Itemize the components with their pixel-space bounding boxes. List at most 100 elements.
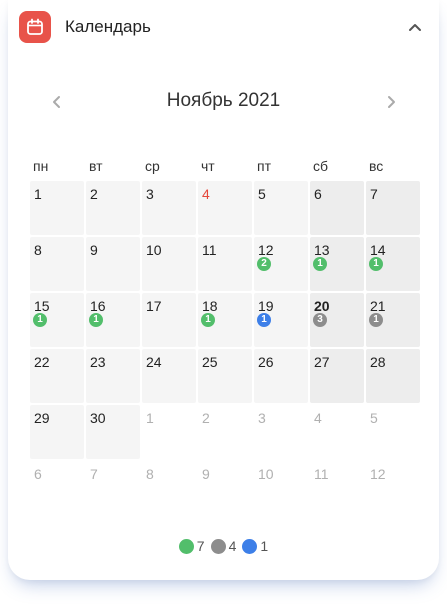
legend-dot <box>210 538 226 554</box>
day-cell[interactable]: 12 <box>366 461 420 515</box>
weekday-header: пн вт ср чт пт сб вс <box>30 158 422 174</box>
day-cell[interactable]: 20 3 <box>310 293 364 347</box>
day-number: 3 <box>258 410 266 426</box>
day-cell[interactable]: 27 <box>310 349 364 403</box>
day-number: 7 <box>90 466 98 482</box>
day-cell[interactable]: 9 <box>86 237 140 291</box>
day-cell[interactable]: 11 <box>198 237 252 291</box>
day-number: 25 <box>202 354 218 370</box>
day-number: 14 <box>370 242 386 258</box>
day-cell[interactable]: 7 <box>86 461 140 515</box>
day-cell[interactable]: 2 <box>86 181 140 235</box>
day-cell[interactable]: 24 <box>142 349 196 403</box>
day-number: 2 <box>202 410 210 426</box>
weekday-label: пт <box>257 158 271 174</box>
day-cell[interactable]: 3 <box>254 405 308 459</box>
day-cell[interactable]: 7 <box>366 181 420 235</box>
day-cell-today[interactable]: 4 <box>198 181 252 235</box>
day-cell[interactable]: 10 <box>254 461 308 515</box>
day-cell[interactable]: 2 <box>198 405 252 459</box>
day-number: 16 <box>90 298 106 314</box>
day-cell[interactable]: 16 1 <box>86 293 140 347</box>
day-cell[interactable]: 18 1 <box>198 293 252 347</box>
event-count-badge: 1 <box>257 313 271 327</box>
event-count-badge: 1 <box>369 313 383 327</box>
next-month-button[interactable] <box>379 90 403 114</box>
chevron-right-icon <box>388 96 395 108</box>
day-number: 9 <box>202 466 210 482</box>
day-cell[interactable]: 28 <box>366 349 420 403</box>
legend-item: 1 <box>242 538 268 554</box>
day-number: 7 <box>370 186 378 202</box>
legend-dot <box>242 538 258 554</box>
day-cell[interactable]: 10 <box>142 237 196 291</box>
day-cell[interactable]: 21 1 <box>366 293 420 347</box>
day-cell[interactable]: 4 <box>310 405 364 459</box>
day-number: 22 <box>34 354 50 370</box>
day-cell[interactable]: 30 <box>86 405 140 459</box>
day-cell[interactable]: 8 <box>30 237 84 291</box>
event-count-badge: 1 <box>313 257 327 271</box>
day-number: 13 <box>314 242 330 258</box>
day-cell[interactable]: 25 <box>198 349 252 403</box>
calendar-widget: Календарь Ноябрь 2021 пн вт ср чт пт сб вс 123… <box>8 0 439 580</box>
day-number: 19 <box>258 298 274 314</box>
day-number: 11 <box>314 466 329 482</box>
month-title: Ноябрь 2021 <box>166 90 281 111</box>
day-cell[interactable]: 1 <box>142 405 196 459</box>
day-number: 21 <box>370 298 386 314</box>
day-cell[interactable]: 6 <box>310 181 364 235</box>
day-cell[interactable]: 26 <box>254 349 308 403</box>
day-number: 1 <box>146 410 154 426</box>
weekday-label: сб <box>313 158 329 174</box>
day-number: 18 <box>202 298 218 314</box>
day-cell[interactable]: 9 <box>198 461 252 515</box>
widget-header: Календарь <box>18 10 429 44</box>
day-number: 12 <box>370 466 386 482</box>
weekday-label: вт <box>89 158 103 174</box>
day-cell[interactable]: 19 1 <box>254 293 308 347</box>
day-cell[interactable]: 22 <box>30 349 84 403</box>
weekday-label: пн <box>33 158 49 174</box>
day-number: 11 <box>202 242 217 258</box>
day-cell[interactable]: 17 <box>142 293 196 347</box>
day-cell[interactable]: 29 <box>30 405 84 459</box>
day-number: 24 <box>146 354 162 370</box>
calendar-grid: 1 2 3 4 5 6 7 8 9 10 11 12 2 13 1 14 1 15 1 16 1 17 18 1 19 1 20 3 2… <box>30 181 422 515</box>
weekday-label: чт <box>201 158 215 174</box>
event-count-badge: 1 <box>369 257 383 271</box>
day-number: 28 <box>370 354 386 370</box>
day-number: 8 <box>34 242 42 258</box>
day-cell[interactable]: 12 2 <box>254 237 308 291</box>
day-cell[interactable]: 15 1 <box>30 293 84 347</box>
event-count-badge: 2 <box>257 257 271 271</box>
day-number: 27 <box>314 354 330 370</box>
legend-item: 4 <box>210 538 236 554</box>
day-number: 20 <box>314 298 330 314</box>
weekday-label: ср <box>145 158 160 174</box>
day-cell[interactable]: 3 <box>142 181 196 235</box>
event-count-badge: 3 <box>313 313 327 327</box>
legend-dot <box>178 538 194 554</box>
day-cell[interactable]: 5 <box>254 181 308 235</box>
day-cell[interactable]: 11 <box>310 461 364 515</box>
event-count-badge: 1 <box>33 313 47 327</box>
day-number: 30 <box>90 410 106 426</box>
day-cell[interactable]: 14 1 <box>366 237 420 291</box>
day-number: 26 <box>258 354 274 370</box>
day-number: 6 <box>314 186 322 202</box>
day-number: 4 <box>314 410 322 426</box>
day-cell[interactable]: 23 <box>86 349 140 403</box>
day-number: 9 <box>90 242 98 258</box>
day-cell[interactable]: 6 <box>30 461 84 515</box>
day-cell[interactable]: 1 <box>30 181 84 235</box>
collapse-button[interactable] <box>403 15 427 39</box>
calendar-icon <box>19 11 51 43</box>
day-number: 5 <box>258 186 266 202</box>
day-number: 5 <box>370 410 378 426</box>
day-cell[interactable]: 5 <box>366 405 420 459</box>
day-number: 8 <box>146 466 154 482</box>
day-cell[interactable]: 13 1 <box>310 237 364 291</box>
day-number: 10 <box>146 242 162 258</box>
day-cell[interactable]: 8 <box>142 461 196 515</box>
